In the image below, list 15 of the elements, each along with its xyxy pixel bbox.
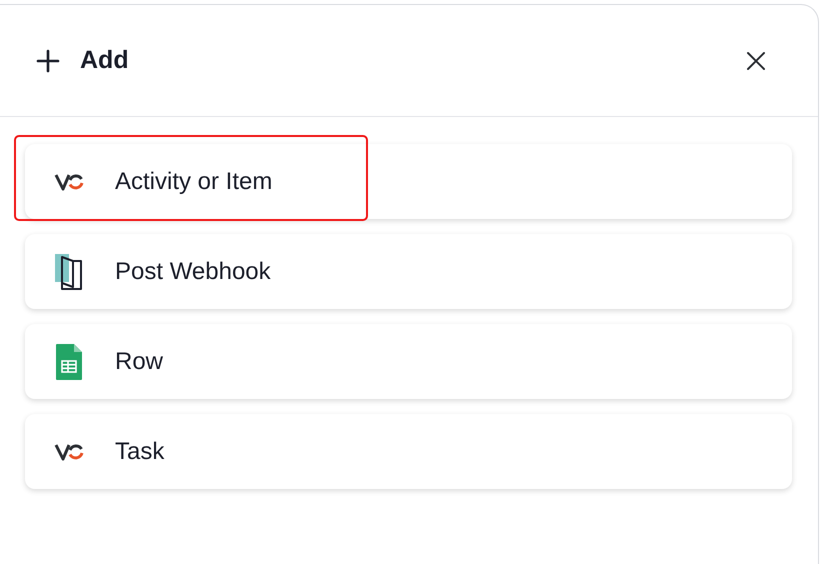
panel-title: Add <box>80 44 129 76</box>
spreadsheet-icon <box>55 342 83 380</box>
option-label: Activity or Item <box>115 166 272 196</box>
pages-icon <box>53 252 85 292</box>
option-label: Post Webhook <box>115 256 271 286</box>
option-card[interactable]: Task <box>25 414 792 489</box>
logo-icon <box>54 172 84 192</box>
close-icon <box>746 50 766 70</box>
plus-icon <box>36 48 60 72</box>
option-card[interactable]: Row <box>25 324 792 399</box>
logo-icon <box>54 442 84 462</box>
option-label: Task <box>115 436 164 466</box>
option-label: Row <box>115 346 164 376</box>
option-card[interactable]: Post Webhook <box>25 234 792 309</box>
option-card[interactable]: Activity or Item <box>25 144 792 219</box>
